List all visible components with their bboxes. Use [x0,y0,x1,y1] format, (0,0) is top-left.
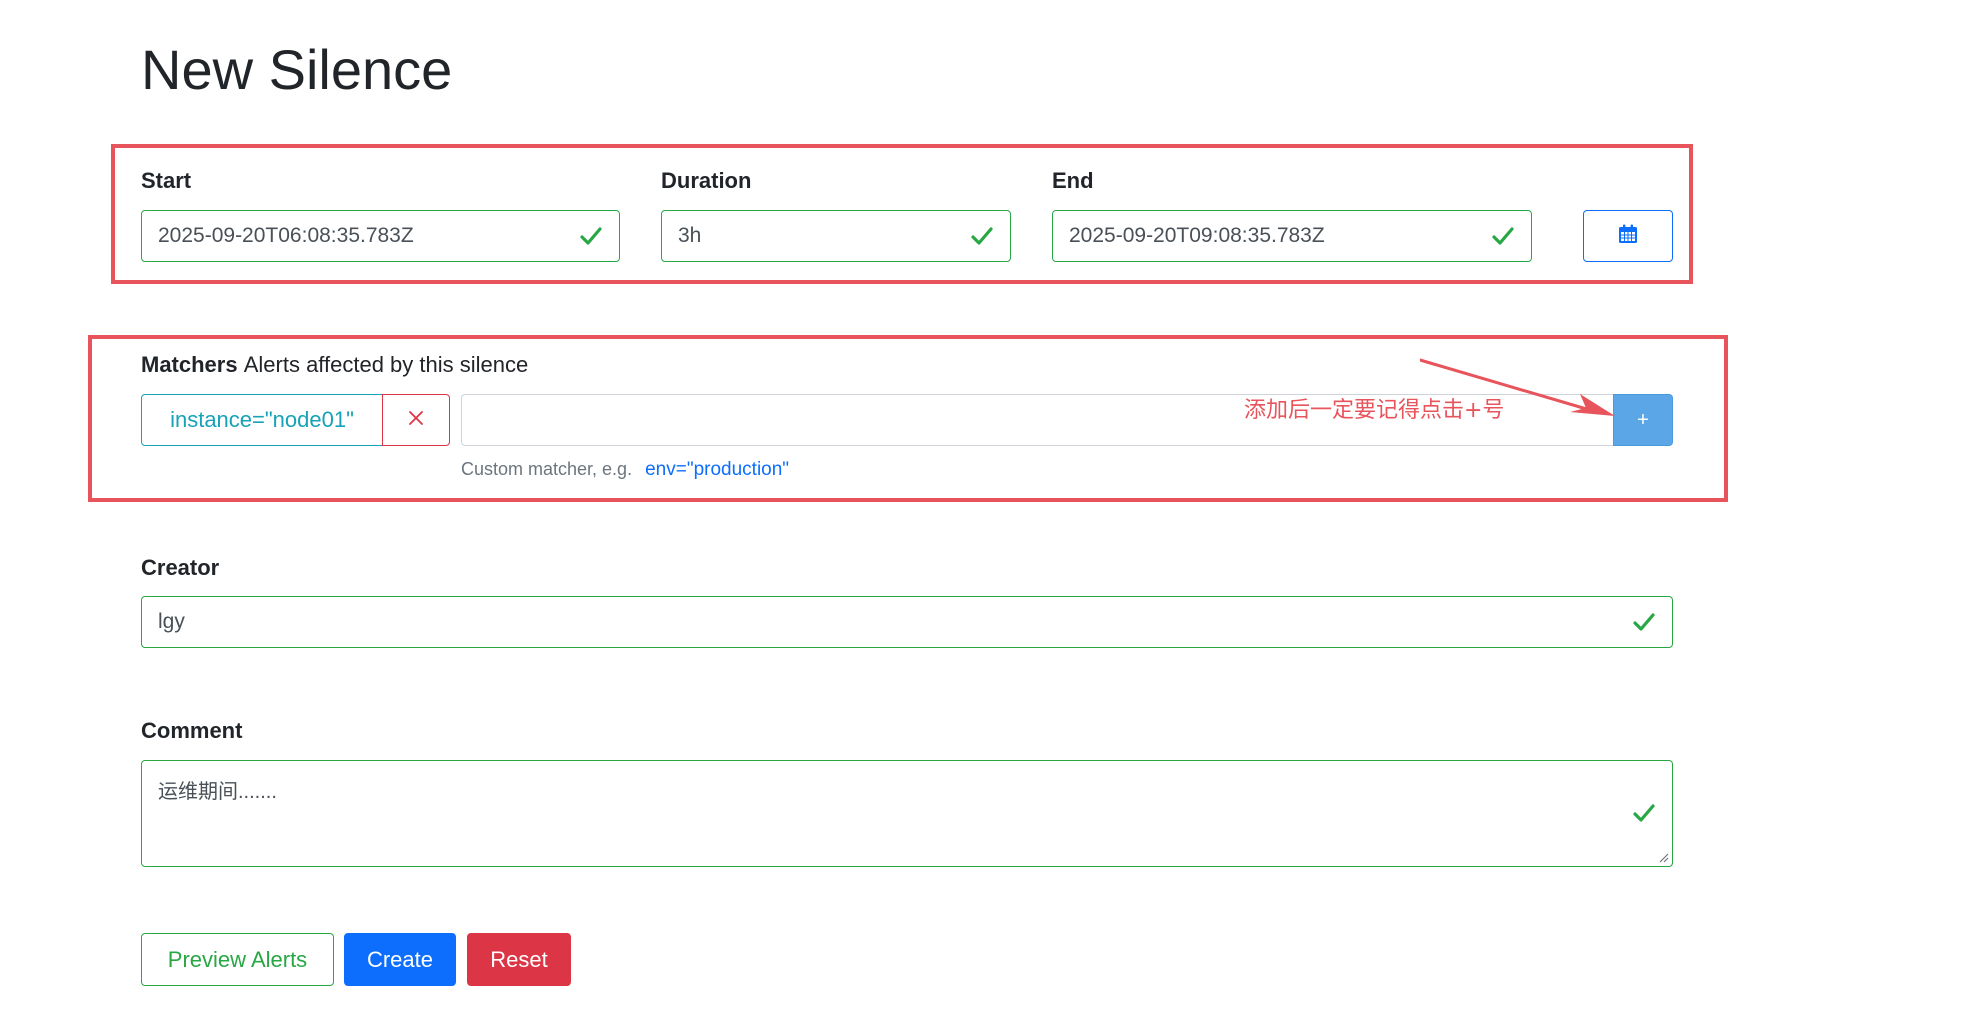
creator-input[interactable]: lgy [141,596,1673,648]
matcher-remove-button[interactable] [382,394,450,446]
check-icon [579,224,603,248]
start-input[interactable]: 2025-09-20T06:08:35.783Z [141,210,620,262]
matchers-heading: Matchers Alerts affected by this silence [141,352,528,378]
check-icon [1491,224,1515,248]
annotation-text: 添加后一定要记得点击+号 [1244,398,1505,423]
calendar-button[interactable] [1583,210,1673,262]
check-icon [1632,801,1656,825]
duration-label: Duration [661,168,752,193]
end-input[interactable]: 2025-09-20T09:08:35.783Z [1052,210,1532,262]
matcher-helper: Custom matcher, e.g. env="production" [461,459,789,481]
matcher-chip[interactable]: instance="node01" [141,394,383,446]
start-value: 2025-09-20T06:08:35.783Z [158,224,414,247]
matchers-label: Matchers [141,352,238,377]
creator-label: Creator [141,555,220,580]
calendar-icon [1617,223,1639,250]
end-label: End [1052,168,1094,193]
helper-example-link[interactable]: env="production" [645,459,789,480]
matchers-note: Alerts affected by this silence [243,352,529,377]
check-icon [970,224,994,248]
comment-textarea[interactable]: 运维期间....... [141,760,1673,867]
helper-text: Custom matcher, e.g. [461,459,633,479]
page-title: New Silence [141,38,453,101]
preview-alerts-button[interactable]: Preview Alerts [141,933,334,986]
comment-label: Comment [141,718,243,743]
comment-value: 运维期间....... [158,781,277,803]
close-icon [408,410,424,431]
creator-value: lgy [158,610,185,633]
end-value: 2025-09-20T09:08:35.783Z [1069,224,1325,247]
create-button[interactable]: Create [344,933,456,986]
duration-value: 3h [678,224,702,247]
duration-input[interactable]: 3h [661,210,1011,262]
resize-handle-icon[interactable] [1657,851,1669,863]
add-matcher-button[interactable]: + [1613,394,1673,446]
check-icon [1632,610,1656,634]
start-label: Start [141,168,192,193]
reset-button[interactable]: Reset [467,933,571,986]
